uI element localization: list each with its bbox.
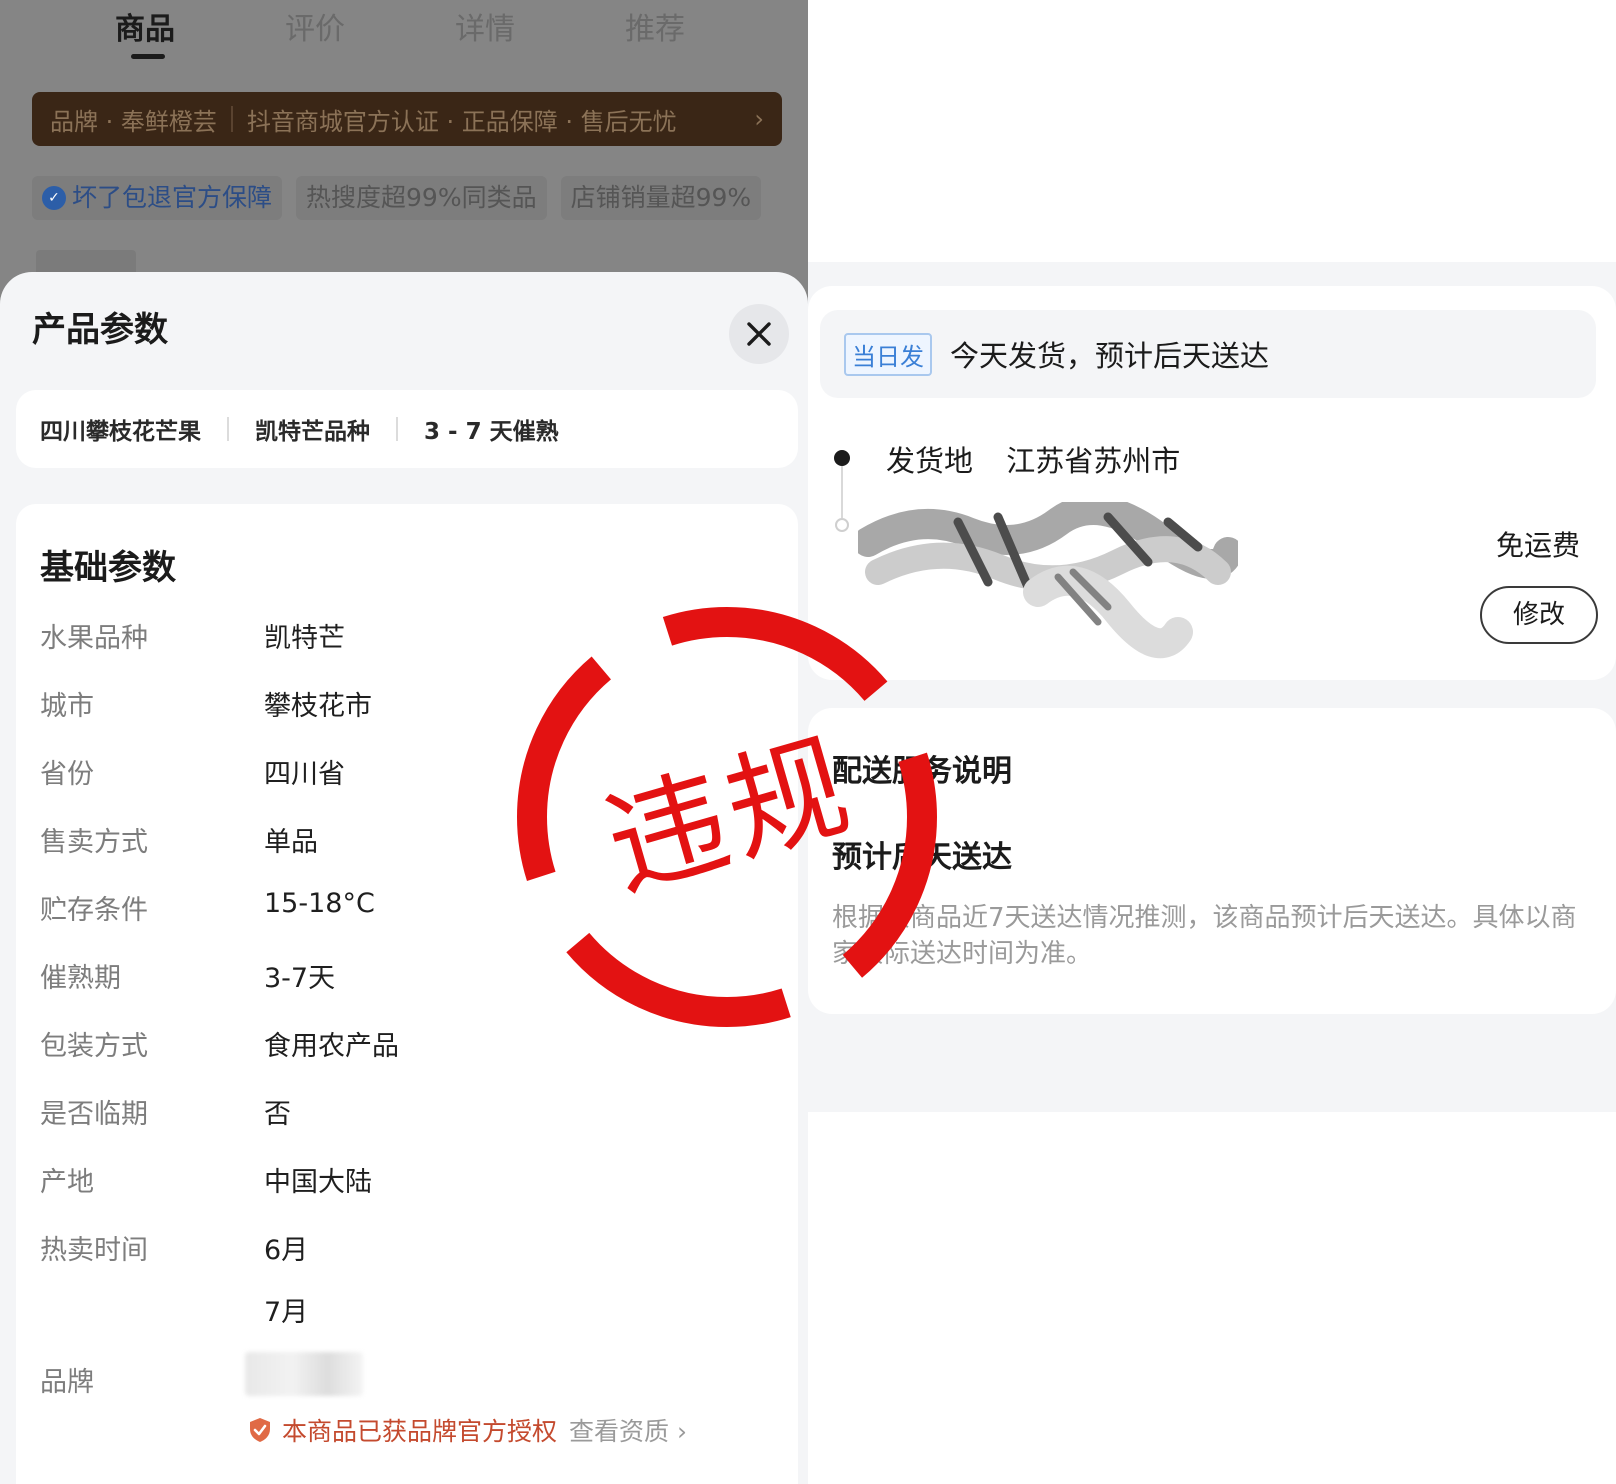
screenshot-root: 商品 评价 详情 推荐 品牌 · 奉鲜橙芸 抖音商城官方认证 · 正品保障 · …	[0, 0, 1616, 1484]
brand-name: 品牌 · 奉鲜橙芸	[50, 107, 217, 136]
chevron-right-icon: ›	[754, 105, 764, 133]
param-label: 城市	[40, 691, 94, 722]
product-tabs: 商品 评价 详情 推荐	[60, 8, 740, 68]
free-shipping-label: 免运费	[1496, 529, 1581, 562]
tab-reviews[interactable]: 评价	[230, 8, 400, 68]
brand-authorization[interactable]: 本商品已获品牌官方授权 查看资质 ›	[248, 1412, 687, 1448]
brand-certification-bar[interactable]: 品牌 · 奉鲜橙芸 抖音商城官方认证 · 正品保障 · 售后无忧 ›	[32, 92, 782, 146]
timeline-dot	[835, 518, 849, 532]
shipping-estimate-box: 当日发 今天发货，预计后天送达	[820, 310, 1596, 398]
param-value: 食用农产品	[264, 1031, 399, 1062]
param-label: 水果品种	[40, 623, 148, 654]
basic-params-title: 基础参数	[40, 548, 176, 588]
param-label: 售卖方式	[40, 827, 148, 858]
param-row: 产地 中国大陆	[40, 1160, 740, 1200]
param-value: 四川省	[264, 759, 345, 790]
param-row: 是否临期 否	[40, 1092, 740, 1132]
param-row: 贮存条件 15-18°C	[40, 888, 740, 928]
param-value: 攀枝花市	[264, 691, 372, 722]
basic-params-card: 基础参数 水果品种 凯特芒 城市 攀枝花市 省份 四川省 售卖方式 单品 贮存条…	[16, 504, 798, 1484]
param-value: 7月	[264, 1297, 309, 1328]
param-row: 包装方式 食用农产品	[40, 1024, 740, 1064]
param-label: 产地	[40, 1167, 94, 1198]
badge-row: ✓ 坏了包退官方保障 热搜度超99%同类品 店铺销量超99%	[32, 176, 808, 220]
product-tag: 3 - 7 天催熟	[424, 419, 559, 445]
product-tags-card: 四川攀枝花芒果 凯特芒品种 3 - 7 天催熟	[16, 390, 798, 468]
product-tag: 凯特芒品种	[255, 419, 370, 445]
divider	[396, 417, 398, 441]
shipping-card: 当日发 今天发货，预计后天送达 发货地 江苏省苏州市 免运费 修改	[808, 286, 1616, 680]
param-value: 单品	[264, 827, 318, 858]
param-value: 15-18°C	[264, 888, 375, 919]
param-row: 催熟期 3-7天	[40, 956, 740, 996]
guarantee-badge[interactable]: ✓ 坏了包退官方保障	[32, 176, 283, 220]
param-label: 热卖时间	[40, 1235, 148, 1266]
param-value: 6月	[264, 1235, 309, 1266]
param-label: 催熟期	[40, 963, 121, 994]
close-button[interactable]	[729, 304, 789, 364]
shield-icon	[250, 1418, 270, 1442]
param-row: 品牌	[40, 1360, 740, 1400]
timeline-dot	[834, 450, 850, 466]
ship-origin-label: 发货地	[886, 444, 974, 478]
tab-details[interactable]: 详情	[400, 8, 570, 68]
param-value: 否	[264, 1099, 291, 1130]
same-day-badge: 当日发	[844, 332, 932, 376]
modify-button[interactable]: 修改	[1480, 586, 1598, 644]
redacted-brand-value	[245, 1352, 363, 1396]
param-label: 包装方式	[40, 1031, 148, 1062]
close-icon	[747, 322, 771, 346]
param-row: 城市 攀枝花市	[40, 684, 740, 724]
redacted-address-scribble	[858, 502, 1238, 659]
certification-text: 抖音商城官方认证 · 正品保障 · 售后无忧	[246, 107, 677, 136]
hot-search-badge[interactable]: 热搜度超99%同类品	[296, 176, 547, 220]
timeline-line	[841, 466, 843, 518]
product-params-sheet: 产品参数 四川攀枝花芒果 凯特芒品种 3 - 7 天催熟 基础参数 水果品种 凯…	[0, 272, 808, 1484]
param-value: 中国大陆	[264, 1167, 372, 1198]
delivery-service-title: 配送服务说明	[832, 754, 1012, 789]
tab-goods[interactable]: 商品	[60, 8, 230, 68]
view-qualification-link[interactable]: 查看资质 ›	[569, 1412, 687, 1448]
product-tag: 四川攀枝花芒果	[40, 419, 201, 445]
param-row: 水果品种 凯特芒	[40, 616, 740, 656]
param-value: 3-7天	[264, 963, 336, 994]
param-label: 省份	[40, 759, 94, 790]
param-row: 热卖时间 6月	[40, 1228, 740, 1268]
delivery-estimate-description: 根据该商品近7天送达情况推测，该商品预计后天送达。具体以商家实际送达时间为准。	[832, 903, 1577, 969]
store-sales-badge[interactable]: 店铺销量超99%	[560, 176, 762, 220]
param-row: 售卖方式 单品	[40, 820, 740, 860]
divider	[230, 106, 233, 132]
param-label: 品牌	[40, 1367, 94, 1398]
guarantee-badge-label: 坏了包退官方保障	[72, 183, 273, 212]
shield-check-icon: ✓	[42, 186, 66, 210]
param-row: 7月	[40, 1290, 740, 1330]
ship-origin: 发货地 江苏省苏州市	[886, 438, 1180, 480]
param-row: 省份 四川省	[40, 752, 740, 792]
active-tab-indicator	[131, 54, 165, 59]
delivery-estimate-title: 预计后天送达	[832, 840, 1012, 875]
delivery-service-card: 配送服务说明 预计后天送达 根据该商品近7天送达情况推测，该商品预计后天送达。具…	[808, 708, 1616, 1014]
param-label: 贮存条件	[40, 895, 148, 926]
left-panel: 商品 评价 详情 推荐 品牌 · 奉鲜橙芸 抖音商城官方认证 · 正品保障 · …	[0, 0, 808, 1484]
param-label: 是否临期	[40, 1099, 148, 1130]
right-panel: 当日发 今天发货，预计后天送达 发货地 江苏省苏州市 免运费 修改 配送服务说明…	[808, 0, 1616, 1484]
shipping-estimate-text: 今天发货，预计后天送达	[950, 339, 1270, 373]
param-value: 凯特芒	[264, 623, 345, 654]
tab-recommend[interactable]: 推荐	[570, 8, 740, 68]
sheet-title: 产品参数	[32, 310, 168, 350]
divider	[227, 417, 229, 441]
authorization-text: 本商品已获品牌官方授权	[282, 1417, 558, 1446]
ship-origin-value: 江苏省苏州市	[1006, 444, 1181, 478]
